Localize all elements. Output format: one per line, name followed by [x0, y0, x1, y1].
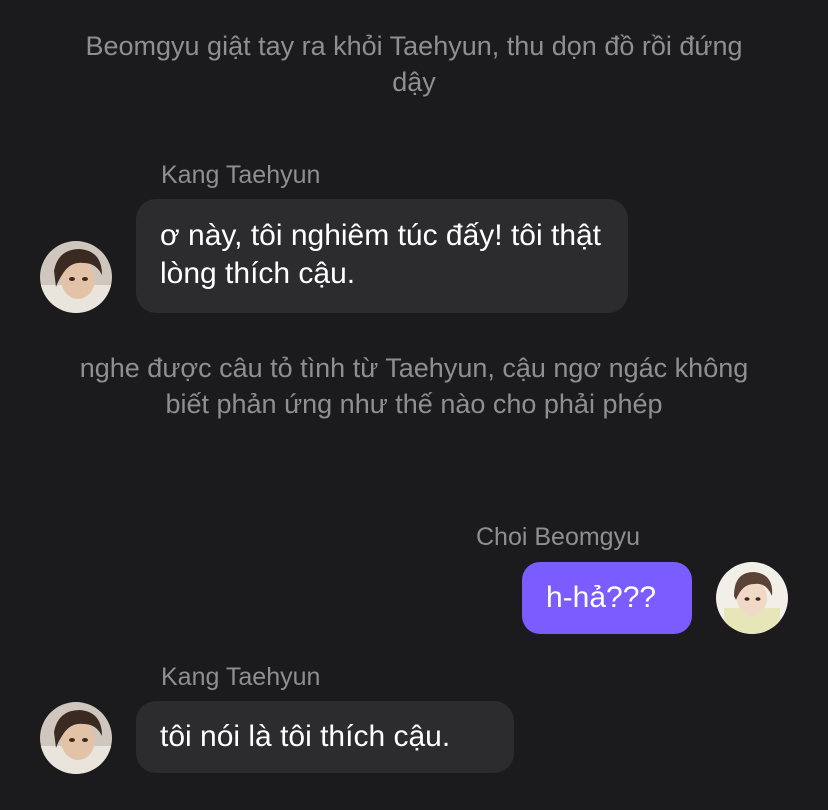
narration-text: nghe được câu tỏ tình từ Taehyun, cậu ng… [79, 353, 749, 419]
avatar-photo-icon [40, 702, 112, 774]
sender-name: Choi Beomgyu [476, 523, 640, 551]
taehyun-avatar[interactable] [40, 241, 112, 313]
message-text: ơ này, tôi nghiêm túc đấy! tôi thật lòng… [160, 219, 602, 290]
message-bubble-incoming[interactable]: ơ này, tôi nghiêm túc đấy! tôi thật lòng… [136, 199, 628, 313]
sender-name: Kang Taehyun [161, 663, 321, 691]
beomgyu-avatar[interactable] [716, 562, 788, 634]
message-text: h-hả??? [546, 581, 657, 614]
narration-text: Beomgyu giật tay ra khỏi Taehyun, thu dọ… [85, 31, 743, 97]
avatar-photo-icon [716, 562, 788, 634]
message-text: tôi nói là tôi thích cậu. [160, 720, 451, 753]
message-bubble-outgoing[interactable]: h-hả??? [522, 562, 692, 634]
message-bubble-incoming[interactable]: tôi nói là tôi thích cậu. [136, 701, 514, 773]
avatar-photo-icon [40, 241, 112, 313]
taehyun-avatar[interactable] [40, 702, 112, 774]
sender-name: Kang Taehyun [161, 161, 321, 189]
